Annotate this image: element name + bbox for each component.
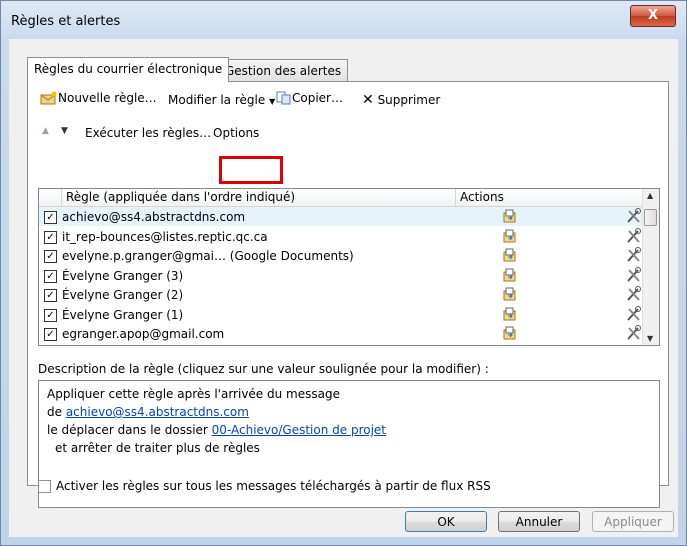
rule-row[interactable]: ✓ Évelyne Granger (1) xyxy=(39,305,643,324)
new-rule-icon xyxy=(40,91,57,105)
new-rule-button[interactable]: Nouvelle règle… xyxy=(40,91,157,105)
run-rules-button[interactable]: Exécuter les règles… xyxy=(85,126,211,140)
rule-row[interactable]: ✓ achievo@ss4.abstractdns.com xyxy=(39,207,643,226)
rss-checkbox[interactable] xyxy=(38,480,51,493)
copy-label: Copier… xyxy=(292,91,343,105)
rules-list[interactable]: Règle (appliquée dans l'ordre indiqué) A… xyxy=(38,188,660,346)
column-header-actions[interactable]: Actions xyxy=(455,189,640,206)
tab-email-rules[interactable]: Règles du courrier électronique xyxy=(27,57,230,82)
delete-button[interactable]: ✕ Supprimer xyxy=(362,93,440,107)
copy-button[interactable]: Copier… xyxy=(276,91,343,105)
rule-settings-icon[interactable] xyxy=(626,227,642,244)
copy-icon xyxy=(276,91,291,105)
rule-enabled-checkbox[interactable]: ✓ xyxy=(44,308,57,322)
new-rule-label: Nouvelle règle… xyxy=(58,91,157,105)
description-line-3: le déplacer dans le dossier 00-Achievo/G… xyxy=(47,423,386,437)
description-line-3-prefix: le déplacer dans le dossier xyxy=(47,423,212,437)
move-down-icon[interactable]: ▼ xyxy=(61,126,68,136)
move-to-folder-icon xyxy=(503,326,516,340)
description-line-4: et arrêter de traiter plus de règles xyxy=(55,441,260,455)
rules-panel: Nouvelle règle… Modifier la règle ▼ Copi… xyxy=(27,81,669,508)
title-bar: Règles et alertes X xyxy=(1,1,686,39)
description-line-2: de achievo@ss4.abstractdns.com xyxy=(47,405,249,419)
ok-button[interactable]: OK xyxy=(405,511,487,532)
apply-button[interactable]: Appliquer xyxy=(592,511,674,532)
rule-name: Évelyne Granger (1) xyxy=(62,307,184,322)
sender-address-link[interactable]: achievo@ss4.abstractdns.com xyxy=(66,405,249,419)
rules-alerts-window: Règles et alertes X Règles du courrier é… xyxy=(0,0,687,546)
rule-settings-icon[interactable] xyxy=(626,325,642,341)
rule-row[interactable]: ✓ Évelyne Granger (2) xyxy=(39,285,643,304)
rule-enabled-checkbox[interactable]: ✓ xyxy=(44,289,57,302)
rss-label: Activer les règles sur tous les messages… xyxy=(56,479,491,493)
rule-settings-icon[interactable] xyxy=(626,247,642,263)
rule-settings-icon[interactable] xyxy=(626,286,642,302)
rule-name: Évelyne Granger (2) xyxy=(62,288,184,302)
close-button[interactable]: X xyxy=(630,5,676,27)
rule-row[interactable]: ✓ Évelyne Granger (3) xyxy=(39,266,643,285)
move-to-folder-icon xyxy=(503,268,516,281)
rule-enabled-checkbox[interactable]: ✓ xyxy=(44,250,57,263)
rule-enabled-checkbox[interactable]: ✓ xyxy=(44,328,57,341)
description-label: Description de la règle (cliquez sur une… xyxy=(38,362,489,376)
rule-name: achievo@ss4.abstractdns.com xyxy=(62,210,246,224)
delete-icon: ✕ xyxy=(362,92,374,108)
column-header-rule[interactable]: Règle (appliquée dans l'ordre indiqué) xyxy=(61,189,456,206)
rule-settings-icon[interactable] xyxy=(626,266,642,283)
rule-enabled-checkbox[interactable]: ✓ xyxy=(44,230,57,244)
target-folder-link[interactable]: 00-Achievo/Gestion de projet xyxy=(212,423,386,437)
rule-row[interactable]: ✓ evelyne.p.granger@gmai… (Google Documen… xyxy=(39,246,643,265)
scroll-down-icon[interactable]: ▼ xyxy=(647,334,653,343)
move-to-folder-icon xyxy=(503,229,516,242)
move-to-folder-icon xyxy=(503,307,516,320)
rule-name: it_rep-bounces@listes.reptic.qc.ca xyxy=(62,229,268,244)
rule-name: evelyne.p.granger@gmai… (Google Document… xyxy=(62,249,354,263)
rule-name: Évelyne Granger (3) xyxy=(62,268,184,283)
options-highlight-box xyxy=(219,156,283,184)
move-to-folder-icon xyxy=(503,209,516,223)
tab-alerts[interactable]: Gestion des alertes xyxy=(218,59,349,82)
description-line-1: Appliquer cette règle après l'arrivée du… xyxy=(47,387,340,401)
scroll-up-icon[interactable]: ▲ xyxy=(647,191,653,200)
rule-enabled-checkbox[interactable]: ✓ xyxy=(44,211,57,224)
description-line-2-prefix: de xyxy=(47,405,66,419)
vertical-scrollbar[interactable]: ▲ ▼ xyxy=(642,189,659,345)
list-header: Règle (appliquée dans l'ordre indiqué) A… xyxy=(39,189,643,207)
rule-settings-icon[interactable] xyxy=(626,208,642,224)
dialog-client-area: Règles du courrier électronique Gestion … xyxy=(9,39,678,537)
window-title: Règles et alertes xyxy=(11,14,121,29)
scroll-thumb[interactable] xyxy=(644,209,657,226)
options-button[interactable]: Options xyxy=(213,126,259,140)
move-to-folder-icon xyxy=(503,287,516,301)
modify-rule-label: Modifier la règle xyxy=(168,93,266,107)
modify-rule-button[interactable]: Modifier la règle ▼ xyxy=(168,93,275,107)
rule-row[interactable]: ✓ it_rep-bounces@listes.reptic.qc.ca xyxy=(39,227,643,246)
rule-name: egranger.apop@gmail.com xyxy=(62,327,225,341)
move-up-icon[interactable]: ▲ xyxy=(42,126,49,136)
rule-settings-icon[interactable] xyxy=(626,305,642,322)
rule-enabled-checkbox[interactable]: ✓ xyxy=(44,269,57,283)
move-to-folder-icon xyxy=(503,248,516,262)
cancel-button[interactable]: Annuler xyxy=(498,511,580,532)
delete-label: Supprimer xyxy=(377,93,441,107)
dropdown-arrow-icon: ▼ xyxy=(269,97,276,106)
rule-row[interactable]: ✓ egranger.apop@gmail.com xyxy=(39,324,643,343)
